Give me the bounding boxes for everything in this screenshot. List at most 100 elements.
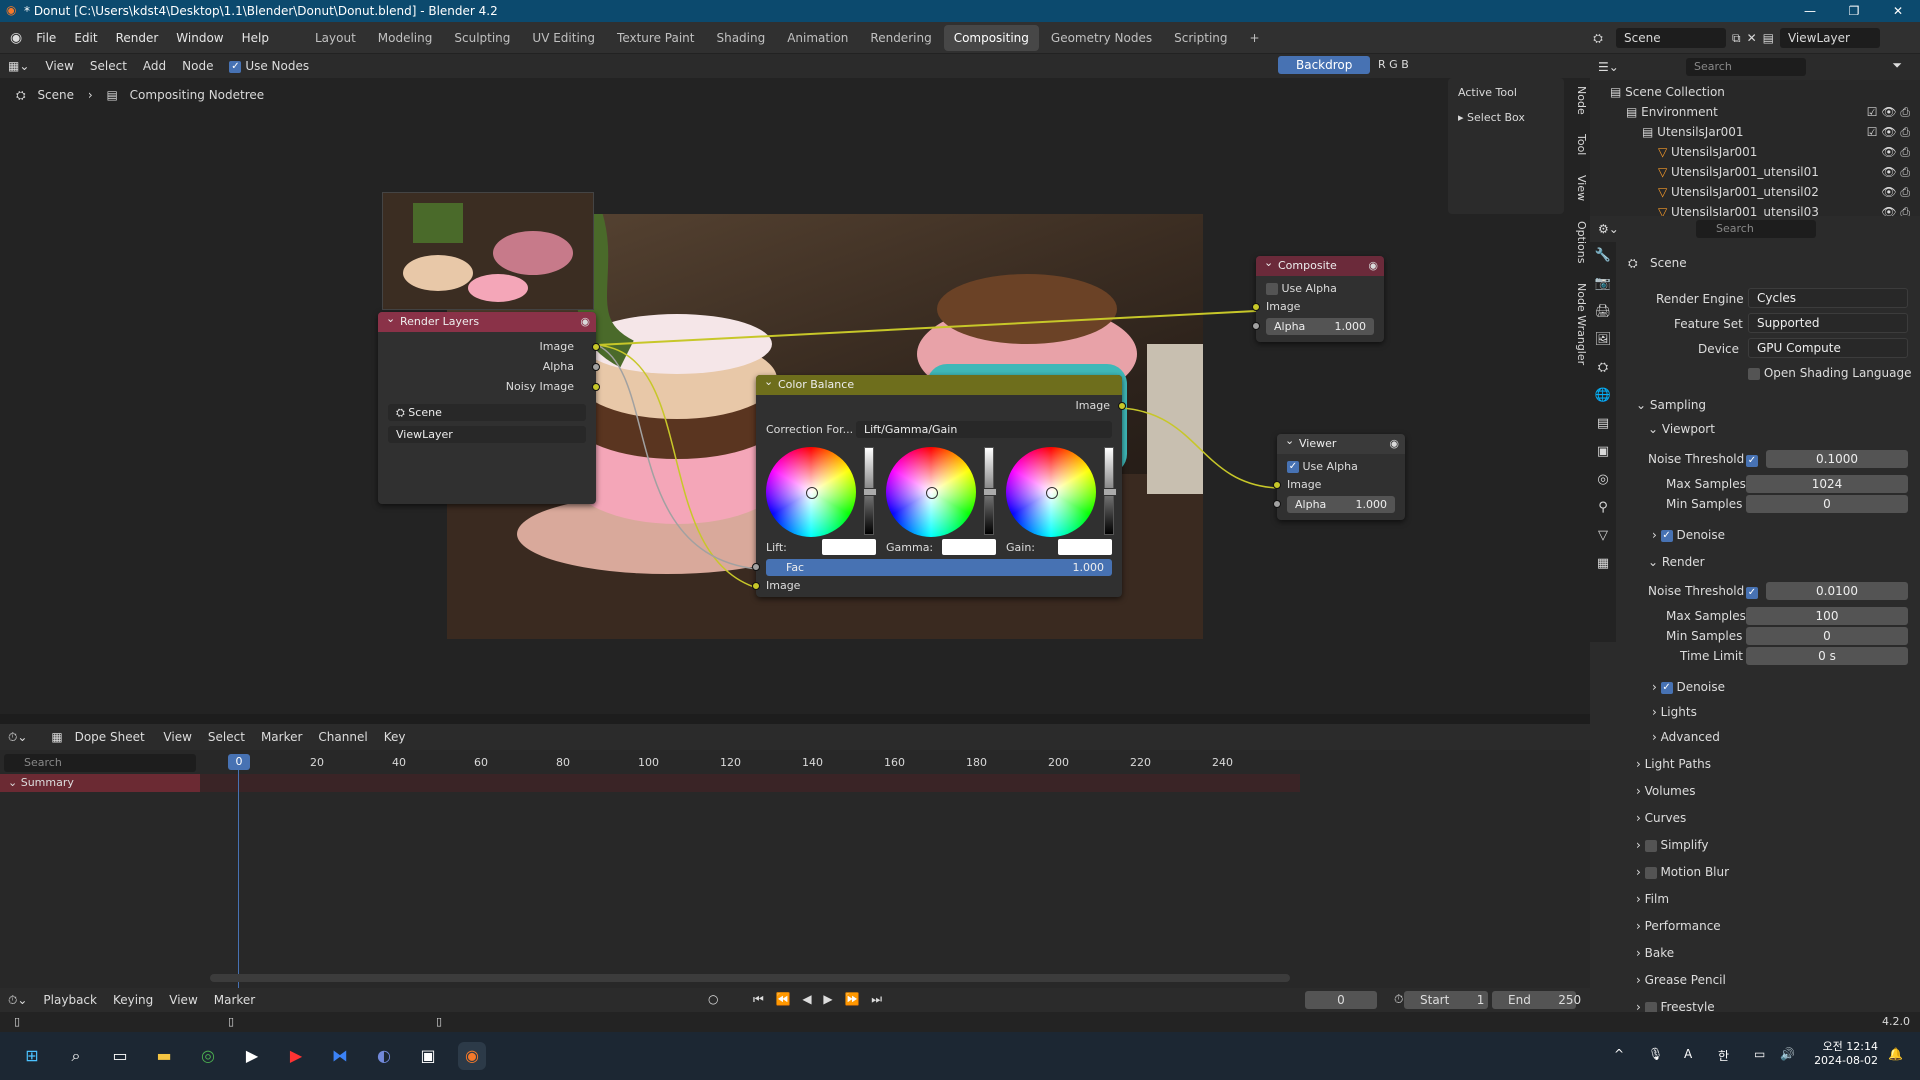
tab-rendering[interactable]: Rendering: [860, 25, 941, 51]
microphone-icon[interactable]: 🎙: [1648, 1047, 1663, 1061]
visibility-icons[interactable]: ☑ 👁 ⎙: [1867, 122, 1910, 142]
menu-render[interactable]: Render: [108, 31, 167, 45]
composite-header[interactable]: Composite: [1256, 253, 1384, 276]
socket-composite-alpha-in[interactable]: [1252, 322, 1260, 330]
denoise-render-subsection[interactable]: › ✓ Denoise: [1652, 680, 1725, 694]
outliner-row[interactable]: ▽ UtensilsJar001_utensil02 👁 ⎙: [1590, 182, 1920, 202]
terminal-icon[interactable]: ▣: [414, 1042, 442, 1070]
output-tab-icon[interactable]: 🖨: [1590, 298, 1616, 326]
socket-composite-image-in[interactable]: [1252, 303, 1260, 311]
device-dropdown[interactable]: GPU Compute: [1748, 338, 1908, 358]
world-tab-icon[interactable]: 🌐: [1590, 382, 1616, 410]
render-engine-dropdown[interactable]: Cycles: [1748, 288, 1908, 308]
viewport-subsection[interactable]: ⌄ Viewport: [1648, 422, 1715, 436]
time-limit-field[interactable]: 0 s: [1746, 647, 1908, 665]
render-icon[interactable]: ◉: [580, 315, 590, 328]
visibility-icons[interactable]: 👁 ⎙: [1881, 142, 1910, 162]
visibility-icons[interactable]: 👁 ⎙: [1881, 162, 1910, 182]
tab-uv-editing[interactable]: UV Editing: [522, 25, 605, 51]
network-icon[interactable]: ▭: [1754, 1047, 1765, 1061]
outliner-row[interactable]: ▤ Scene Collection: [1590, 82, 1920, 102]
timeline-view-menu[interactable]: View: [161, 993, 205, 1007]
viewer-node[interactable]: Viewer ◉ ✓ Use Alpha Image Alpha 1.000: [1273, 431, 1405, 520]
scene-remove-icon[interactable]: ✕: [1747, 31, 1757, 45]
close-button[interactable]: ✕: [1876, 0, 1920, 22]
socket-viewer-image-in[interactable]: [1273, 481, 1281, 489]
keying-menu[interactable]: Keying: [105, 993, 161, 1007]
bake-section[interactable]: › Bake: [1636, 946, 1674, 960]
properties-search-input[interactable]: Search: [1696, 220, 1816, 238]
ime-indicator[interactable]: 한: [1718, 1047, 1729, 1064]
curves-section[interactable]: › Curves: [1636, 811, 1686, 825]
sidebar-tab-tool[interactable]: Tool: [1575, 126, 1588, 163]
blender-menu-icon[interactable]: ◉: [10, 30, 22, 46]
windows-start-icon[interactable]: ⊞: [18, 1042, 46, 1070]
color-balance-node[interactable]: Color Balance Image Correction For... Li…: [752, 372, 1126, 597]
grease-pencil-section[interactable]: › Grease Pencil: [1636, 973, 1726, 987]
chrome-icon[interactable]: ◎: [194, 1042, 222, 1070]
volume-icon[interactable]: 🔊: [1780, 1047, 1795, 1061]
record-icon[interactable]: ○: [700, 992, 726, 1006]
color-balance-header[interactable]: Color Balance: [756, 372, 1122, 395]
render-subsection[interactable]: ⌄ Render: [1648, 555, 1705, 569]
dope-editor-type-icon[interactable]: ⏱⌄: [0, 730, 35, 745]
r-min-field[interactable]: 0: [1746, 627, 1908, 645]
visibility-icons[interactable]: 👁 ⎙: [1881, 182, 1910, 202]
properties-editor-icon[interactable]: ⚙⌄: [1590, 222, 1627, 236]
osl-checkbox[interactable]: Open Shading Language: [1748, 366, 1911, 380]
gamma-color-swatch[interactable]: [942, 539, 996, 555]
maximize-button[interactable]: ❐: [1832, 0, 1876, 22]
outliner-search-input[interactable]: Search: [1686, 58, 1806, 76]
socket-viewer-alpha-in[interactable]: [1273, 500, 1281, 508]
language-indicator[interactable]: A: [1684, 1047, 1692, 1061]
youtube-music-icon[interactable]: ▶: [282, 1042, 310, 1070]
lights-subsection[interactable]: › Lights: [1652, 705, 1697, 719]
tab-animation[interactable]: Animation: [777, 25, 858, 51]
tab-modeling[interactable]: Modeling: [368, 25, 443, 51]
scene-tab-icon[interactable]: ⛭: [1590, 354, 1616, 382]
render-layers-header[interactable]: Render Layers: [378, 309, 596, 332]
correction-dropdown[interactable]: Lift/Gamma/Gain: [856, 421, 1112, 438]
vp-min-field[interactable]: 0: [1746, 495, 1908, 513]
sidebar-tab-node-wrangler[interactable]: Node Wrangler: [1575, 275, 1588, 373]
menu-edit[interactable]: Edit: [66, 31, 105, 45]
playback-menu[interactable]: Playback: [35, 993, 105, 1007]
constraints-tab-icon[interactable]: ⚲: [1590, 494, 1616, 522]
sidebar-tab-view[interactable]: View: [1575, 167, 1588, 209]
render-icon[interactable]: ◉: [1368, 259, 1378, 272]
socket-alpha-out[interactable]: [592, 363, 600, 371]
lift-color-swatch[interactable]: [822, 539, 876, 555]
menu-file[interactable]: File: [28, 31, 64, 45]
performance-section[interactable]: › Performance: [1636, 919, 1721, 933]
timeline-marker-menu[interactable]: Marker: [206, 993, 263, 1007]
scene-name-field[interactable]: Scene: [1616, 28, 1726, 48]
feature-set-dropdown[interactable]: Supported: [1748, 313, 1908, 333]
menu-help[interactable]: Help: [234, 31, 277, 45]
dope-search-input[interactable]: Search: [4, 754, 196, 772]
minimize-button[interactable]: —: [1788, 0, 1832, 22]
lift-color-wheel[interactable]: [766, 447, 856, 537]
select-box-tool[interactable]: ▸ Select Box: [1448, 107, 1564, 128]
scene-field[interactable]: ⛭ Scene: [388, 404, 586, 421]
clock-date[interactable]: 2024-08-02: [1806, 1054, 1878, 1067]
volumes-section[interactable]: › Volumes: [1636, 784, 1696, 798]
frame-field[interactable]: 0: [1305, 991, 1377, 1009]
simplify-section[interactable]: › Simplify: [1636, 838, 1709, 852]
search-icon[interactable]: ⌕: [62, 1042, 90, 1070]
light-paths-section[interactable]: › Light Paths: [1636, 757, 1711, 771]
start-frame-field[interactable]: Start 1: [1404, 991, 1488, 1009]
tray-chevron-icon[interactable]: ^: [1614, 1047, 1624, 1061]
notification-bell-icon[interactable]: 🔔: [1888, 1047, 1903, 1061]
current-frame-indicator[interactable]: 0: [228, 754, 250, 770]
dope-sheet[interactable]: ⏱⌄ ▦ Dope Sheet View Select Marker Chann…: [0, 724, 1590, 994]
tab-layout[interactable]: Layout: [305, 25, 366, 51]
tab-sculpting[interactable]: Sculpting: [444, 25, 520, 51]
app-icon[interactable]: ⧓: [326, 1042, 354, 1070]
denoise-viewport-subsection[interactable]: › ✓ Denoise: [1652, 528, 1725, 542]
outliner-row[interactable]: ▤ UtensilsJar001 ☑ 👁 ⎙: [1590, 122, 1920, 142]
playback-controls[interactable]: ⏮ ⏪ ◀ ▶ ⏩ ⏭: [745, 992, 894, 1007]
tab-shading[interactable]: Shading: [706, 25, 775, 51]
sidebar-tab-options[interactable]: Options: [1575, 213, 1588, 271]
outliner-editor-icon[interactable]: ☰⌄: [1590, 60, 1627, 74]
lift-value-slider[interactable]: [863, 447, 877, 535]
